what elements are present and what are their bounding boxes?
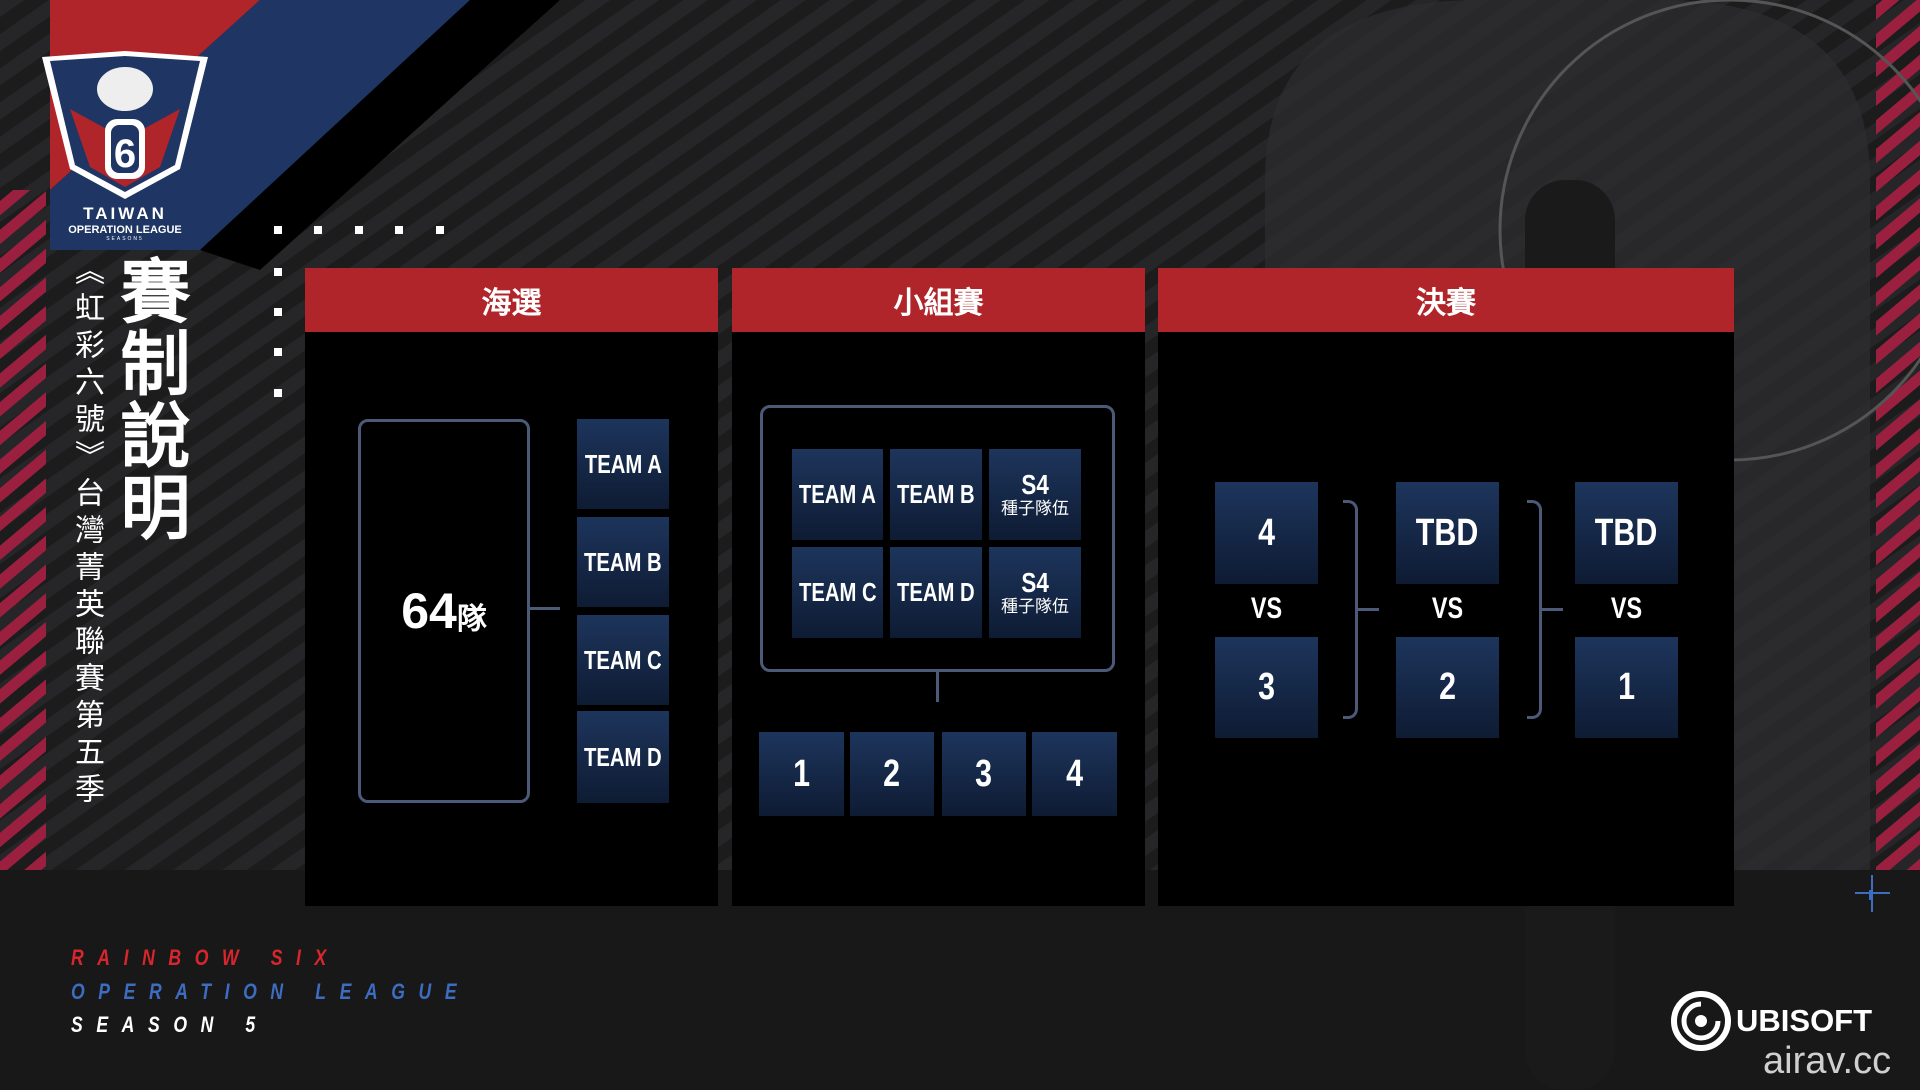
rank-label: 3 bbox=[975, 752, 993, 795]
seed-label: S4 bbox=[1021, 468, 1049, 500]
qualifier-team-box: TEAM A bbox=[577, 419, 669, 509]
group-cell-seed: S4 種子隊伍 bbox=[989, 449, 1081, 540]
match-slot: TBD bbox=[1575, 482, 1678, 584]
dot bbox=[274, 389, 282, 397]
team-label: TEAM A bbox=[584, 448, 662, 479]
ranking-box: 3 bbox=[942, 732, 1026, 816]
league-logo: 6 TAIWAN OPERATION LEAGUE SEASON5 bbox=[40, 49, 210, 242]
group-cell: TEAM B bbox=[890, 449, 982, 540]
tagline-season: SEASON 5 bbox=[71, 1012, 269, 1037]
page-title: 賽制說明 bbox=[111, 255, 189, 543]
seed-label: S4 bbox=[1021, 566, 1049, 598]
dot bbox=[274, 268, 282, 276]
qualifier-header: 海選 bbox=[305, 268, 718, 332]
bracket-line bbox=[1527, 500, 1542, 719]
ubisoft-swirl-icon bbox=[1671, 991, 1731, 1051]
seed-sublabel: 種子隊伍 bbox=[1001, 498, 1069, 518]
team-label: TEAM A bbox=[799, 479, 877, 509]
seed-sublabel: 種子隊伍 bbox=[1001, 596, 1069, 616]
vertical-subtitle: 《虹彩六號》台灣菁英聯賽第五季 bbox=[70, 255, 103, 810]
dot bbox=[274, 308, 282, 316]
watermark: airav.cc bbox=[1763, 1040, 1892, 1082]
match-slot: TBD bbox=[1396, 482, 1499, 584]
logo-operation-league-text: OPERATION LEAGUE bbox=[68, 224, 182, 236]
rank-label: 2 bbox=[883, 752, 901, 795]
group-stage-header: 小組賽 bbox=[732, 268, 1145, 332]
rank-label: 1 bbox=[793, 752, 810, 795]
slot-label: TBD bbox=[1595, 511, 1658, 554]
slot-label: 2 bbox=[1439, 666, 1456, 708]
svg-text:6: 6 bbox=[114, 132, 136, 176]
match-slot: 2 bbox=[1396, 637, 1499, 738]
team-label: TEAM C bbox=[798, 577, 877, 607]
qualifier-pool-box: 64 隊 bbox=[358, 419, 530, 803]
qualifier-team-box: TEAM C bbox=[577, 615, 669, 705]
group-cell: TEAM A bbox=[792, 449, 883, 540]
team-label: TEAM B bbox=[584, 546, 662, 577]
vs-label: VS bbox=[1610, 592, 1643, 625]
dot bbox=[355, 226, 363, 234]
finals-header: 決賽 bbox=[1158, 268, 1734, 332]
dot bbox=[274, 348, 282, 356]
connector-line bbox=[936, 672, 939, 702]
group-cell-seed: S4 種子隊伍 bbox=[989, 547, 1081, 638]
ranking-box: 4 bbox=[1032, 732, 1117, 816]
dot bbox=[314, 226, 322, 234]
rank-label: 4 bbox=[1066, 752, 1083, 795]
vs-label: VS bbox=[1431, 592, 1464, 625]
bracket-line bbox=[1343, 500, 1358, 719]
team-label: TEAM C bbox=[584, 644, 662, 675]
slot-label: 1 bbox=[1618, 666, 1635, 708]
pool-unit: 隊 bbox=[456, 603, 487, 636]
match-slot: 1 bbox=[1575, 637, 1678, 738]
qualifier-team-box: TEAM B bbox=[577, 517, 669, 607]
group-cell: TEAM D bbox=[890, 547, 982, 638]
vs-label: VS bbox=[1250, 592, 1283, 625]
ranking-box: 1 bbox=[759, 732, 844, 816]
finals-panel: 決賽 bbox=[1158, 268, 1734, 906]
slot-label: 3 bbox=[1258, 666, 1275, 708]
bear-shield-emblem-icon: 6 bbox=[42, 51, 208, 199]
ranking-box: 2 bbox=[850, 732, 934, 816]
team-label: TEAM B bbox=[897, 479, 975, 509]
ubisoft-wordmark: UBISOFT bbox=[1736, 1003, 1873, 1038]
logo-season-text: SEASON5 bbox=[106, 236, 144, 242]
match-slot: 4 bbox=[1215, 482, 1318, 584]
dot bbox=[274, 226, 282, 234]
tagline-operation-league: OPERATION LEAGUE bbox=[71, 979, 471, 1004]
match-slot: 3 bbox=[1215, 637, 1318, 738]
connector-line bbox=[1358, 608, 1379, 611]
slot-label: 4 bbox=[1258, 511, 1275, 554]
tagline-rainbow-six: RAINBOW SIX bbox=[71, 945, 340, 970]
pool-count: 64 bbox=[401, 583, 457, 639]
connector-line bbox=[530, 607, 560, 610]
slot-label: TBD bbox=[1416, 511, 1479, 554]
dot bbox=[395, 226, 403, 234]
qualifier-team-box: TEAM D bbox=[577, 711, 669, 803]
logo-taiwan-text: TAIWAN bbox=[83, 204, 167, 223]
group-cell: TEAM C bbox=[792, 547, 883, 638]
connector-line bbox=[1542, 608, 1563, 611]
team-label: TEAM D bbox=[584, 741, 662, 772]
team-label: TEAM D bbox=[897, 577, 975, 607]
dot bbox=[436, 226, 444, 234]
